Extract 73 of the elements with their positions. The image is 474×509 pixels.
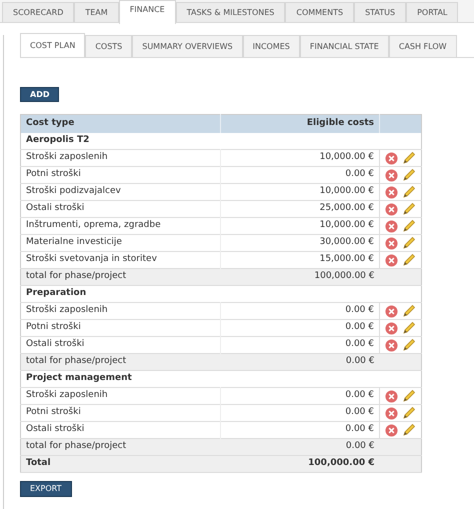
delete-icon[interactable]: [385, 322, 398, 334]
column-header: Cost type: [20, 114, 220, 132]
group-label: Project management: [20, 370, 422, 388]
delete-icon[interactable]: [385, 424, 398, 436]
pencil-icon[interactable]: [402, 236, 416, 250]
group-label: Aeropolis T2: [20, 132, 422, 150]
table-cell: 100,000.00 €: [220, 456, 380, 472]
tab[interactable]: SUMMARY OVERVIEWS: [132, 35, 243, 57]
delete-icon[interactable]: [385, 152, 398, 164]
delete-icon[interactable]: [385, 168, 398, 182]
delete-icon[interactable]: [385, 186, 398, 198]
tab[interactable]: TEAM: [74, 2, 119, 22]
pencil-icon[interactable]: [402, 304, 416, 318]
table-cell: Potni stroški: [20, 320, 220, 336]
table-cell: Stroški zaposlenih: [20, 388, 220, 404]
tab[interactable]: PORTAL: [406, 2, 458, 22]
delete-icon[interactable]: [385, 406, 398, 420]
table-cell: 0.00 €: [220, 320, 380, 336]
export-button[interactable]: EXPORT: [20, 481, 72, 497]
table-cell: 0.00 €: [220, 438, 380, 456]
tab[interactable]: CASH FLOW: [388, 35, 457, 57]
pencil-icon[interactable]: [402, 219, 416, 233]
table-cell: Materialne investicije: [20, 234, 220, 252]
tab[interactable]: COMMENTS: [285, 2, 354, 22]
pencil-icon[interactable]: [402, 168, 416, 182]
table-cell: Inštrumenti, oprema, zgradbe: [20, 218, 220, 234]
tab[interactable]: INCOMES: [242, 35, 300, 57]
pencil-icon[interactable]: [402, 151, 416, 165]
table-cell: 100,000.00 €: [220, 268, 380, 286]
pencil-icon[interactable]: [402, 321, 416, 335]
delete-icon[interactable]: [385, 202, 398, 216]
delete-icon[interactable]: [385, 338, 398, 352]
table-cell: 0.00 €: [220, 166, 380, 184]
table-cell: Stroški podizvajalcev: [20, 184, 220, 200]
pencil-icon[interactable]: [402, 406, 416, 420]
table-cell: 10,000.00 €: [220, 150, 380, 166]
pencil-icon[interactable]: [402, 423, 416, 437]
table-cell: 10,000.00 €: [220, 218, 380, 234]
table-cell: total for phase/project: [20, 438, 220, 456]
add-button[interactable]: ADD: [20, 87, 60, 102]
tab[interactable]: COSTS: [85, 35, 132, 57]
delete-icon[interactable]: [385, 236, 398, 250]
tab[interactable]: FINANCIAL STATE: [300, 35, 389, 57]
table-cell: Potni stroški: [20, 404, 220, 422]
tab[interactable]: TASKS & MILESTONES: [176, 2, 286, 22]
pencil-icon[interactable]: [402, 185, 416, 199]
table-cell: 0.00 €: [220, 354, 380, 370]
delete-icon[interactable]: [385, 304, 398, 318]
table-cell: 0.00 €: [220, 388, 380, 404]
tab[interactable]: SCORECARD: [2, 2, 74, 22]
table-cell: 25,000.00 €: [220, 200, 380, 218]
tab[interactable]: COST PLAN: [20, 33, 86, 57]
table-cell: 0.00 €: [220, 302, 380, 320]
table-cell: Stroški zaposlenih: [20, 302, 220, 320]
delete-icon[interactable]: [385, 220, 398, 232]
group-label: Preparation: [20, 286, 422, 302]
table-cell: Ostali stroški: [20, 200, 220, 218]
pencil-icon[interactable]: [402, 389, 416, 403]
pencil-icon[interactable]: [402, 338, 416, 352]
table-cell: Stroški zaposlenih: [20, 150, 220, 166]
tab[interactable]: FINANCE: [118, 0, 176, 24]
table-cell: total for phase/project: [20, 268, 220, 286]
table-cell: 10,000.00 €: [220, 184, 380, 200]
table-cell: Potni stroški: [20, 166, 220, 184]
table-cell: total for phase/project: [20, 354, 220, 370]
table-cell: 30,000.00 €: [220, 234, 380, 252]
tab[interactable]: STATUS: [354, 2, 406, 22]
pencil-icon[interactable]: [402, 202, 416, 216]
pencil-icon[interactable]: [402, 253, 416, 267]
table-cell: Total: [20, 456, 220, 472]
delete-icon[interactable]: [385, 390, 398, 402]
table-cell: 0.00 €: [220, 404, 380, 422]
delete-icon[interactable]: [385, 254, 398, 266]
